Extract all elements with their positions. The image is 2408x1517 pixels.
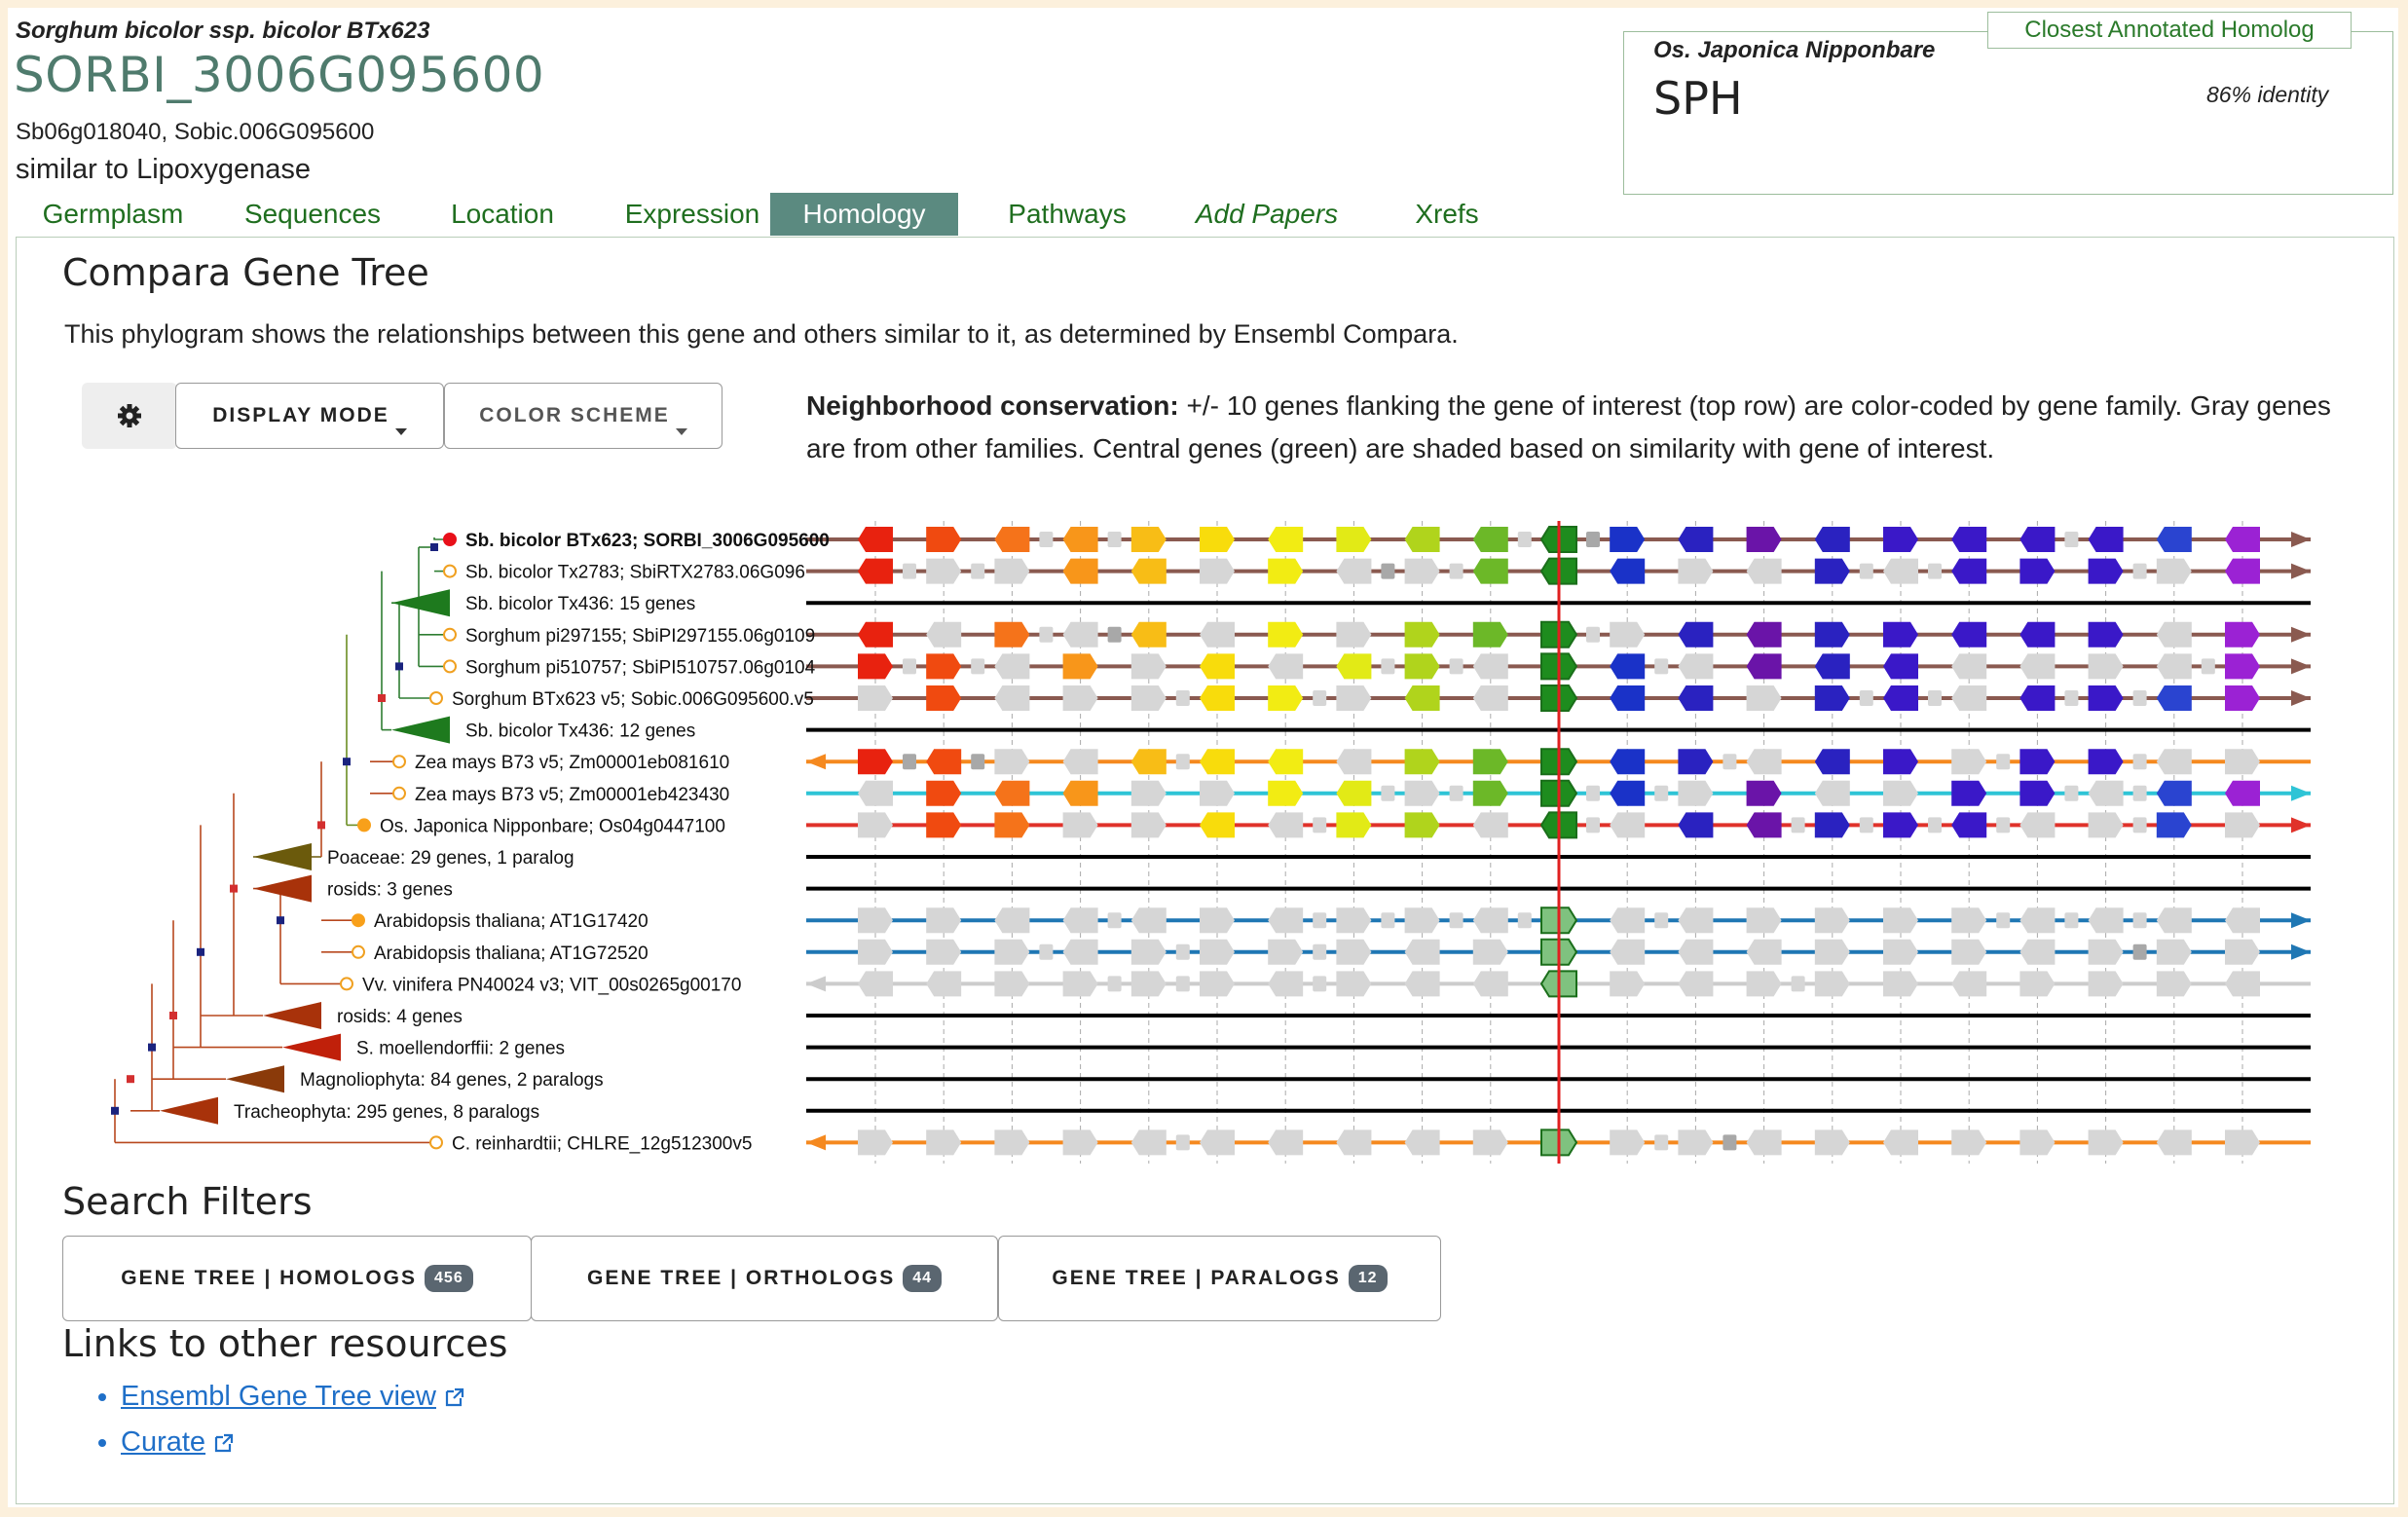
caret-down-icon [394,428,407,435]
tab-germplasm[interactable]: Germplasm [25,193,201,236]
tab-xrefs[interactable]: Xrefs [1379,193,1515,236]
links-title: Links to other resources [62,1322,508,1365]
paralogs-filter-button[interactable]: GENE TREE | PARALOGS 12 [998,1236,1441,1321]
resource-links: Ensembl Gene Tree view Curate [97,1381,465,1472]
orthologs-filter-button[interactable]: GENE TREE | ORTHOLOGS 44 [531,1236,998,1321]
caret-down-icon [675,428,687,435]
tab-homology[interactable]: Homology [770,193,958,236]
curate-link-label: Curate [121,1426,206,1458]
closest-homolog-tab[interactable]: Closest Annotated Homolog [1987,12,2352,49]
gene-species: Sorghum bicolor ssp. bicolor BTx623 [16,18,430,44]
ensembl-gene-tree-link[interactable]: Ensembl Gene Tree view [121,1381,436,1412]
neighborhood-legend: Neighborhood conservation: +/- 10 genes … [806,385,2364,470]
color-scheme-label: COLOR SCHEME [479,404,670,426]
homolog-identity: 86% identity [2206,82,2329,107]
gene-id-title: SORBI_3006G095600 [14,47,545,103]
gene-description: similar to Lipoxygenase [16,154,312,185]
homolog-species: Os. Japonica Nipponbare [1653,37,1936,63]
compara-intro: This phylogram shows the relationships b… [64,319,1459,349]
curate-link[interactable]: Curate [121,1426,205,1458]
tab-add-papers[interactable]: Add Papers [1165,193,1369,236]
gear-icon [118,404,141,427]
display-mode-button[interactable]: DISPLAY MODE [175,383,444,449]
list-item: Ensembl Gene Tree view [121,1381,465,1413]
orthologs-filter-label: GENE TREE | ORTHOLOGS [586,1267,896,1289]
tab-sequences[interactable]: Sequences [210,193,415,236]
tab-location[interactable]: Location [425,193,580,236]
tab-expression[interactable]: Expression [600,193,785,236]
external-link-icon [445,1388,464,1407]
homologs-filter-button[interactable]: GENE TREE | HOMOLOGS 456 [62,1236,532,1321]
display-mode-label: DISPLAY MODE [212,404,389,426]
settings-button[interactable] [82,383,177,449]
paralogs-filter-label: GENE TREE | PARALOGS [1052,1267,1341,1289]
color-scheme-button[interactable]: COLOR SCHEME [444,383,722,449]
tab-pathways[interactable]: Pathways [980,193,1155,236]
paralogs-count-badge: 12 [1348,1265,1388,1292]
neighborhood-heading: Neighborhood conservation: [806,390,1179,421]
gene-synonyms: Sb06g018040, Sobic.006G095600 [16,119,375,145]
ensembl-gene-tree-link-label: Ensembl Gene Tree view [121,1381,436,1412]
search-filters-title: Search Filters [62,1180,313,1223]
compara-title: Compara Gene Tree [62,251,429,294]
homolog-symbol: SPH [1653,72,1743,125]
homologs-filter-label: GENE TREE | HOMOLOGS [121,1267,418,1289]
list-item: Curate [121,1426,465,1459]
homologs-count-badge: 456 [425,1265,473,1292]
orthologs-count-badge: 44 [903,1265,943,1292]
external-link-icon [215,1433,234,1453]
